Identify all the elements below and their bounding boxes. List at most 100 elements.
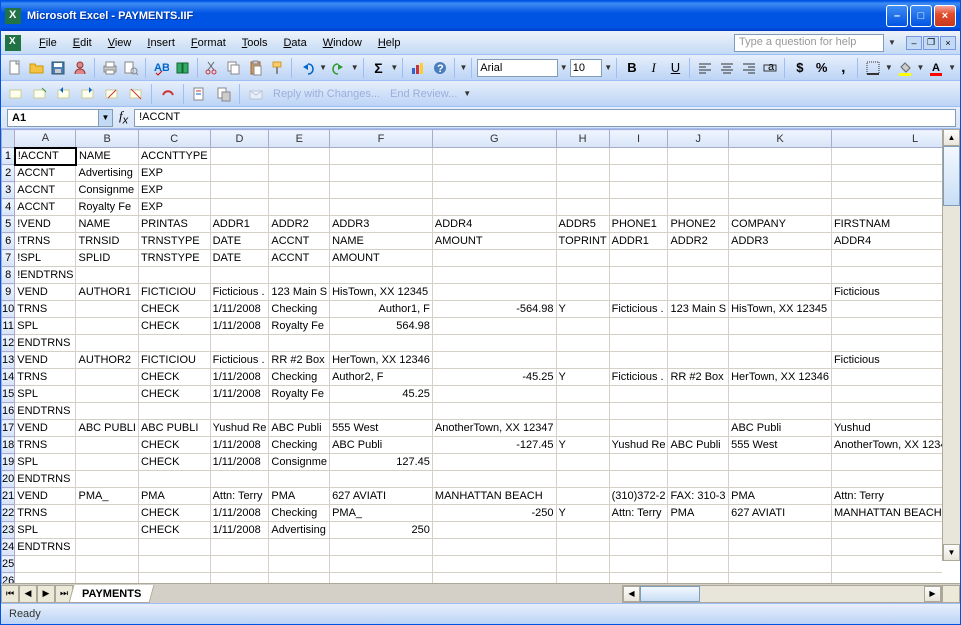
cell-F5[interactable]: ADDR3 <box>330 216 433 233</box>
cell-G23[interactable] <box>432 522 556 539</box>
cell-G1[interactable] <box>432 148 556 165</box>
cell-B17[interactable]: ABC PUBLI <box>76 420 138 437</box>
cell-F12[interactable] <box>330 335 433 352</box>
cell-E12[interactable] <box>269 335 330 352</box>
cell-I15[interactable] <box>609 386 668 403</box>
cell-A21[interactable]: VEND <box>15 488 76 505</box>
fillcolor-dropdown-icon[interactable]: ▼ <box>917 63 925 72</box>
cell-H13[interactable] <box>556 352 609 369</box>
cell-A26[interactable] <box>15 573 76 584</box>
cell-D23[interactable]: 1/11/2008 <box>210 522 269 539</box>
cell-D8[interactable] <box>210 267 269 284</box>
cell-E24[interactable] <box>269 539 330 556</box>
cell-K26[interactable] <box>729 573 832 584</box>
redo-button[interactable] <box>329 57 349 79</box>
menu-edit[interactable]: Edit <box>65 35 100 51</box>
cell-C17[interactable]: ABC PUBLI <box>138 420 210 437</box>
cell-F8[interactable] <box>330 267 433 284</box>
cell-D25[interactable] <box>210 556 269 573</box>
row-header-19[interactable]: 19 <box>2 454 15 471</box>
review-btn-4[interactable] <box>77 83 99 105</box>
font-selector[interactable]: Arial <box>477 59 557 77</box>
cell-L17[interactable]: Yushud <box>831 420 942 437</box>
cell-D22[interactable]: 1/11/2008 <box>210 505 269 522</box>
cell-E1[interactable] <box>269 148 330 165</box>
cell-F11[interactable]: 564.98 <box>330 318 433 335</box>
cell-I26[interactable] <box>609 573 668 584</box>
cell-H15[interactable] <box>556 386 609 403</box>
cell-E19[interactable]: Consignme <box>269 454 330 471</box>
font-size-selector[interactable]: 10 <box>570 59 603 77</box>
cell-F21[interactable]: 627 AVIATI <box>330 488 433 505</box>
comma-button[interactable]: , <box>834 57 854 79</box>
cell-C26[interactable] <box>138 573 210 584</box>
cell-J2[interactable] <box>668 165 729 182</box>
cell-J26[interactable] <box>668 573 729 584</box>
cell-C6[interactable]: TRNSTYPE <box>138 233 210 250</box>
cell-C12[interactable] <box>138 335 210 352</box>
cell-B19[interactable] <box>76 454 138 471</box>
cell-G21[interactable]: MANHATTAN BEACH <box>432 488 556 505</box>
cell-A17[interactable]: VEND <box>15 420 76 437</box>
cell-I21[interactable]: (310)372-2 <box>609 488 668 505</box>
cell-G22[interactable]: -250 <box>432 505 556 522</box>
cell-B16[interactable] <box>76 403 138 420</box>
cell-K6[interactable]: ADDR3 <box>729 233 832 250</box>
cell-J5[interactable]: PHONE2 <box>668 216 729 233</box>
cell-J3[interactable] <box>668 182 729 199</box>
cell-B9[interactable]: AUTHOR1 <box>76 284 138 301</box>
row-header-18[interactable]: 18 <box>2 437 15 454</box>
scroll-up-button[interactable]: ▲ <box>943 129 960 146</box>
cell-B14[interactable] <box>76 369 138 386</box>
row-header-6[interactable]: 6 <box>2 233 15 250</box>
cell-I18[interactable]: Yushud Re <box>609 437 668 454</box>
cell-E22[interactable]: Checking <box>269 505 330 522</box>
cell-J1[interactable] <box>668 148 729 165</box>
help-dropdown-icon[interactable]: ▼ <box>888 38 896 47</box>
cell-B4[interactable]: Royalty Fe <box>76 199 138 216</box>
cell-L7[interactable] <box>831 250 942 267</box>
help-button[interactable]: ? <box>430 57 450 79</box>
borders-button[interactable] <box>863 57 883 79</box>
cell-C1[interactable]: ACCNTTYPE <box>138 148 210 165</box>
cell-A23[interactable]: SPL <box>15 522 76 539</box>
fontcolor-dropdown-icon[interactable]: ▼ <box>948 63 956 72</box>
cell-B12[interactable] <box>76 335 138 352</box>
cell-B25[interactable] <box>76 556 138 573</box>
cell-A8[interactable]: !ENDTRNS <box>15 267 76 284</box>
cell-H3[interactable] <box>556 182 609 199</box>
review-track-button[interactable] <box>189 83 211 105</box>
cell-D12[interactable] <box>210 335 269 352</box>
cell-C19[interactable]: CHECK <box>138 454 210 471</box>
review-btn-5[interactable] <box>101 83 123 105</box>
align-left-button[interactable] <box>695 57 715 79</box>
font-dropdown-icon[interactable]: ▼ <box>560 63 568 72</box>
cell-E16[interactable] <box>269 403 330 420</box>
cell-E23[interactable]: Advertising <box>269 522 330 539</box>
vscroll-thumb[interactable] <box>943 146 960 206</box>
cell-K22[interactable]: 627 AVIATI <box>729 505 832 522</box>
cell-D5[interactable]: ADDR1 <box>210 216 269 233</box>
cell-K14[interactable]: HerTown, XX 12346 <box>729 369 832 386</box>
cell-L1[interactable] <box>831 148 942 165</box>
cell-K1[interactable] <box>729 148 832 165</box>
cell-D2[interactable] <box>210 165 269 182</box>
cell-A4[interactable]: ACCNT <box>15 199 76 216</box>
cell-G7[interactable] <box>432 250 556 267</box>
cell-F10[interactable]: Author1, F <box>330 301 433 318</box>
review-btn-2[interactable] <box>29 83 51 105</box>
cell-F25[interactable] <box>330 556 433 573</box>
cell-J24[interactable] <box>668 539 729 556</box>
cell-L13[interactable]: Ficticious <box>831 352 942 369</box>
cell-E20[interactable] <box>269 471 330 488</box>
cell-A22[interactable]: TRNS <box>15 505 76 522</box>
tab-nav-next-button[interactable]: ▶ <box>37 585 55 603</box>
cell-H17[interactable] <box>556 420 609 437</box>
review-btn-1[interactable] <box>5 83 27 105</box>
cell-G25[interactable] <box>432 556 556 573</box>
undo-button[interactable] <box>297 57 317 79</box>
cell-G26[interactable] <box>432 573 556 584</box>
menu-help[interactable]: Help <box>370 35 409 51</box>
cell-F23[interactable]: 250 <box>330 522 433 539</box>
cell-A9[interactable]: VEND <box>15 284 76 301</box>
